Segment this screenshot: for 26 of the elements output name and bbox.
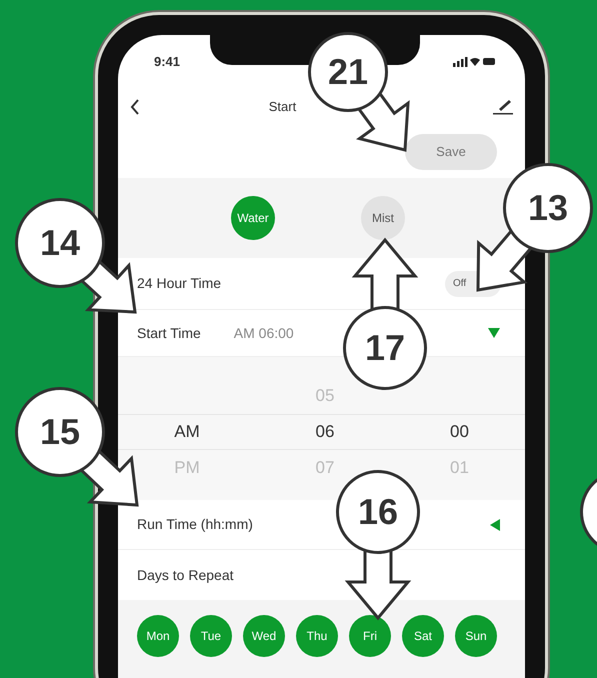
edit-icon[interactable]	[491, 98, 513, 114]
day-button[interactable]: Sat	[402, 615, 444, 657]
picker-value[interactable]: 06	[316, 419, 334, 445]
picker-value[interactable]: AM	[174, 419, 200, 445]
save-button[interactable]: Save	[405, 134, 497, 170]
mode-button[interactable]: Water	[231, 196, 275, 240]
day-button[interactable]: Thu	[296, 615, 338, 657]
status-time: 9:41	[154, 52, 180, 71]
screen-title: Start	[268, 98, 296, 116]
day-button[interactable]: Mon	[137, 615, 179, 657]
callout-number: 15	[15, 387, 105, 477]
day-button[interactable]: Wed	[243, 615, 285, 657]
setting-label: 24 Hour Time	[137, 274, 222, 293]
setting-label: Days to Repeat	[137, 566, 234, 585]
callout-number: 14	[15, 198, 105, 288]
setting-label: Start Time	[137, 324, 201, 342]
dropdown-icon[interactable]	[487, 327, 501, 339]
setting-label: Run Time (hh:mm)	[137, 515, 253, 534]
back-icon[interactable]	[130, 98, 140, 114]
day-button[interactable]: Tue	[190, 615, 232, 657]
day-button[interactable]: Fri	[349, 615, 391, 657]
mode-button[interactable]: Mist	[361, 196, 405, 240]
picker-value[interactable]: 00	[450, 419, 469, 445]
status-icons	[453, 56, 495, 67]
start-time-value: AM 06:00	[234, 324, 294, 342]
day-button[interactable]: Sun	[455, 615, 497, 657]
